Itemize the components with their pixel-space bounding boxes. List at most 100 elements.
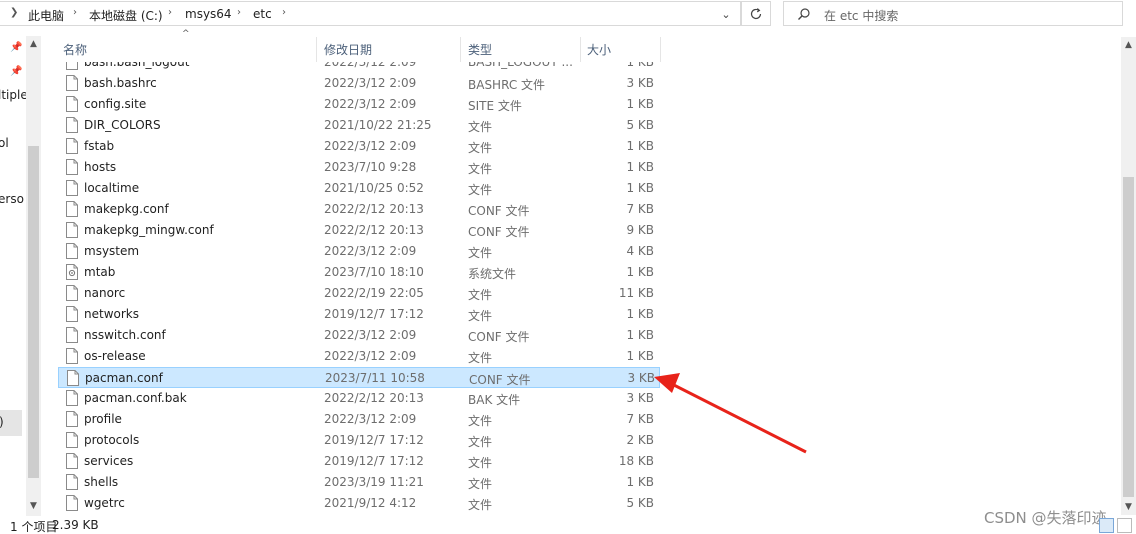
file-icon [66, 495, 78, 511]
refresh-icon [750, 8, 762, 20]
file-row[interactable]: protocols 2019/12/7 17:12 文件 2 KB [58, 430, 660, 451]
file-row[interactable]: makepkg_mingw.conf 2022/2/12 20:13 CONF 文件… [58, 220, 660, 241]
file-date: 2022/3/12 2:09 [324, 328, 417, 342]
breadcrumb-this-pc[interactable]: 此电脑 [28, 7, 64, 24]
file-name: wgetrc [84, 496, 125, 510]
file-row[interactable]: hosts 2023/7/10 9:28 文件 1 KB [58, 157, 660, 178]
chevron-right-icon[interactable]: › [282, 7, 286, 18]
file-row[interactable]: nsswitch.conf 2022/3/12 2:09 CONF 文件 1 KB [58, 325, 660, 346]
nav-scrollbar-thumb[interactable] [28, 146, 39, 478]
file-row[interactable]: networks 2019/12/7 17:12 文件 1 KB [58, 304, 660, 325]
file-icon [66, 201, 78, 217]
scroll-up-icon[interactable]: ▲ [1123, 39, 1134, 51]
file-icon [66, 474, 78, 490]
file-date: 2023/3/19 11:21 [324, 475, 424, 489]
nav-item-label[interactable]: ltiple [0, 88, 28, 102]
file-list-scrollbar[interactable]: ▲ ▼ [1121, 37, 1136, 515]
refresh-button[interactable] [741, 1, 771, 26]
nav-scrollbar[interactable]: ▲ ▼ [26, 36, 41, 516]
file-date: 2022/3/12 2:09 [324, 349, 417, 363]
file-row[interactable]: profile 2022/3/12 2:09 文件 7 KB [58, 409, 660, 430]
file-row[interactable]: localtime 2021/10/25 0:52 文件 1 KB [58, 178, 660, 199]
column-header-size[interactable]: 大小 [581, 37, 660, 62]
file-row[interactable]: shells 2023/3/19 11:21 文件 1 KB [58, 472, 660, 493]
file-row[interactable]: makepkg.conf 2022/2/12 20:13 CONF 文件 7 KB [58, 199, 660, 220]
file-name: localtime [84, 181, 140, 195]
scroll-down-icon[interactable]: ▼ [28, 500, 39, 512]
scroll-down-icon[interactable]: ▼ [1123, 501, 1134, 513]
pin-icon[interactable]: 📌 [10, 66, 22, 77]
breadcrumb-local-disk[interactable]: 本地磁盘 (C:) [89, 7, 163, 24]
file-type: 文件 [468, 120, 493, 134]
file-date: 2019/12/7 17:12 [324, 454, 424, 468]
file-size: 9 KB [626, 223, 654, 237]
file-name: profile [84, 412, 122, 426]
file-type: 文件 [468, 288, 493, 302]
details-view-icon[interactable] [1099, 518, 1114, 533]
file-name: os-release [84, 349, 146, 363]
address-bar[interactable]: ❯ 此电脑 › 本地磁盘 (C:) › msys64 › etc › ⌄ [0, 1, 741, 26]
file-type: 文件 [468, 309, 493, 323]
file-icon [66, 306, 78, 322]
file-date: 2022/2/12 20:13 [324, 202, 424, 216]
nav-item-label[interactable]: ol [0, 136, 9, 150]
chevron-right-icon[interactable]: › [73, 7, 77, 18]
file-icon [66, 138, 78, 154]
file-date: 2022/3/12 2:09 [324, 139, 417, 153]
breadcrumb-etc[interactable]: etc [253, 7, 272, 21]
pin-icon[interactable]: 📌 [10, 42, 22, 53]
file-icon [66, 285, 78, 301]
file-row[interactable]: config.site 2022/3/12 2:09 SITE 文件 1 KB [58, 94, 660, 115]
file-icon [66, 159, 78, 175]
column-header-name[interactable]: 名称 [58, 37, 316, 62]
file-row[interactable]: msystem 2022/3/12 2:09 文件 4 KB [58, 241, 660, 262]
scroll-up-icon[interactable]: ▲ [28, 38, 39, 50]
chevron-right-icon[interactable]: › [237, 7, 241, 18]
breadcrumb-msys64[interactable]: msys64 [185, 7, 232, 21]
file-row[interactable]: nanorc 2022/2/19 22:05 文件 11 KB [58, 283, 660, 304]
file-name: mtab [84, 265, 116, 279]
file-size: 18 KB [618, 454, 654, 468]
status-bar: 1 个项目 2.39 KB [0, 516, 1136, 534]
navigation-pane: 📌 📌 ltiple ol erso ) ▲ ▼ [0, 36, 42, 516]
file-list-scrollbar-thumb[interactable] [1123, 177, 1134, 497]
file-date: 2023/7/10 18:10 [324, 265, 424, 279]
file-row[interactable]: mtab 2023/7/10 18:10 系统文件 1 KB [58, 262, 660, 283]
nav-item-label[interactable]: erso [0, 192, 24, 206]
column-header-date[interactable]: 修改日期 [317, 37, 460, 62]
file-row[interactable]: wgetrc 2021/9/12 4:12 文件 5 KB [58, 493, 660, 514]
file-name: fstab [84, 139, 115, 153]
file-row[interactable]: bash.bashrc 2022/3/12 2:09 BASHRC 文件 3 KB [58, 73, 660, 94]
file-row[interactable]: services 2019/12/7 17:12 文件 18 KB [58, 451, 660, 472]
file-type: 文件 [468, 477, 493, 491]
file-row-selected[interactable]: pacman.conf 2023/7/11 10:58 CONF 文件 3 KB [58, 367, 660, 388]
file-row[interactable]: bash.bash_logout 2022/3/12 2:09 BASH_LOGOU… [58, 62, 660, 73]
search-input[interactable]: 在 etc 中搜索 [783, 1, 1123, 26]
file-name: bash.bashrc [84, 76, 157, 90]
large-icons-view-icon[interactable] [1117, 518, 1132, 533]
column-divider[interactable] [660, 37, 661, 62]
file-list: bash.bash_logout 2022/3/12 2:09 BASH_LOGOU… [58, 62, 660, 515]
chevron-down-icon[interactable]: ⌄ [716, 5, 736, 25]
nav-item-selected[interactable]: ) [0, 410, 22, 436]
file-date: 2021/9/12 4:12 [324, 496, 417, 510]
file-icon [66, 348, 78, 364]
file-row[interactable]: pacman.conf.bak 2022/2/12 20:13 BAK 文件 3 KB [58, 388, 660, 409]
chevron-right-icon[interactable]: › [168, 7, 172, 18]
file-type: BAK 文件 [468, 393, 521, 407]
file-name: networks [84, 307, 139, 321]
file-date: 2019/12/7 17:12 [324, 433, 424, 447]
file-date: 2022/2/12 20:13 [324, 223, 424, 237]
file-row[interactable]: os-release 2022/3/12 2:09 文件 1 KB [58, 346, 660, 367]
file-date: 2022/3/12 2:09 [324, 76, 417, 90]
chevron-right-icon[interactable]: ❯ [10, 7, 18, 18]
file-row[interactable]: DIR_COLORS 2021/10/22 21:25 文件 5 KB [58, 115, 660, 136]
file-type: CONF 文件 [468, 204, 530, 218]
file-size: 1 KB [626, 265, 654, 279]
file-date: 2022/2/19 22:05 [324, 286, 424, 300]
file-row[interactable]: fstab 2022/3/12 2:09 文件 1 KB [58, 136, 660, 157]
annotation-arrow [654, 373, 807, 454]
column-header-type[interactable]: 类型 [461, 37, 580, 62]
column-header-label: 修改日期 [324, 43, 373, 57]
file-type: 文件 [468, 456, 493, 470]
